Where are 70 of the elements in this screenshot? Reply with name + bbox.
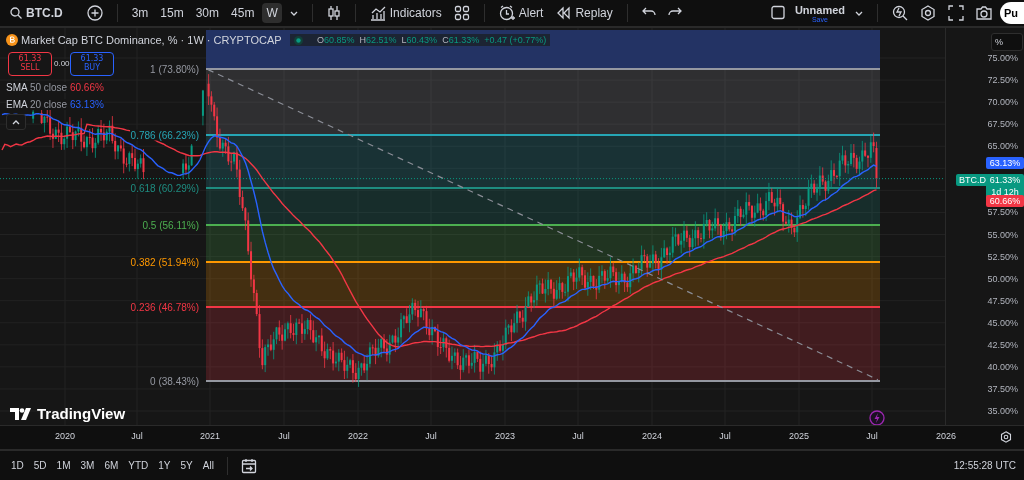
range-button[interactable]: YTD [125, 458, 152, 473]
clock-time: 12:55:28 UTC [953, 460, 1016, 471]
price-tick: 55.00% [987, 229, 1018, 240]
sell-button[interactable]: 61.33 SELL [8, 52, 52, 76]
ohlc-value: C61.33% [442, 35, 480, 45]
interval-button[interactable]: 45m [227, 3, 259, 23]
price-change: +0.47 (+0.77%) [484, 35, 547, 45]
time-tick: 2023 [495, 431, 515, 441]
range-button[interactable]: 1Y [155, 458, 174, 473]
price-tick: 42.50% [987, 339, 1018, 350]
fib-level-label: 0 (38.43%) [149, 375, 200, 387]
fib-level-label: 1 (73.80%) [149, 63, 200, 75]
price-tick: 47.50% [987, 295, 1018, 306]
interval-button[interactable]: W [262, 3, 282, 23]
time-tick: 2022 [348, 431, 368, 441]
price-tick: 75.00% [987, 53, 1018, 63]
ohlc-value: L60.43% [401, 35, 438, 45]
time-tick: Jul [278, 431, 290, 441]
time-tick: 2025 [789, 431, 809, 441]
price-tick: 37.50% [987, 383, 1018, 394]
price-tick: 45.00% [987, 317, 1018, 328]
fib-level-label: 0.236 (46.78%) [129, 301, 200, 313]
time-tick: 2020 [55, 431, 75, 441]
price-tick: 67.50% [987, 119, 1018, 130]
fib-level-label: 0.5 (56.11%) [141, 219, 200, 231]
range-button[interactable]: 3M [77, 458, 98, 473]
price-tick: 50.00% [987, 273, 1018, 284]
time-tick: Jul [572, 431, 584, 441]
range-button[interactable]: 1D [8, 458, 27, 473]
price-tick: 40.00% [987, 361, 1018, 372]
price-tick: 57.50% [987, 207, 1018, 218]
price-tick: 52.50% [987, 251, 1018, 262]
logo-text: TradingView [37, 405, 126, 422]
ohlc-value: O60.85% [317, 35, 355, 45]
price-tick: 65.00% [987, 141, 1018, 152]
time-tick: 2024 [642, 431, 662, 441]
price-marker: 63.13% [986, 157, 1024, 169]
range-button[interactable]: All [199, 458, 217, 473]
price-tick: 35.00% [987, 406, 1018, 416]
ohlc-value: H62.51% [359, 35, 397, 45]
alert-button[interactable]: Alert [494, 2, 548, 24]
interval-button[interactable]: 3m [127, 3, 153, 23]
scale-unit-field[interactable]: % [991, 33, 1023, 51]
price-tick: 72.50% [987, 75, 1018, 86]
buy-button[interactable]: 61.33 BUY [70, 52, 114, 76]
fib-level-label: 0.382 (51.94%) [129, 256, 200, 267]
time-tick: Jul [425, 431, 437, 441]
time-tick: Jul [719, 431, 731, 441]
symbol-search-button[interactable]: BTC.D [6, 3, 67, 23]
range-button[interactable]: 6M [101, 458, 122, 473]
symbol-title: Market Cap BTC Dominance, % · 1W · CRYPTOCAP [21, 34, 282, 46]
time-tick: Jul [131, 431, 143, 441]
price-marker: 60.66% [986, 195, 1024, 207]
fib-level-label: 0.618 (60.29%) [129, 182, 200, 194]
range-button[interactable]: 5Y [177, 458, 196, 473]
replay-button[interactable]: Replay [551, 2, 617, 24]
interval-button[interactable]: 30m [191, 3, 224, 23]
time-tick: 2026 [936, 431, 956, 441]
price-tick: 70.00% [987, 97, 1018, 108]
spread-value: 0.00 [54, 59, 70, 68]
time-tick: 2021 [200, 431, 220, 441]
fib-level-label: 0.786 (66.23%) [129, 129, 200, 141]
study-legend: EMA 20 close 63.13% [6, 99, 104, 110]
time-tick: Jul [866, 431, 878, 441]
indicators-button[interactable]: Indicators [365, 2, 446, 24]
range-button[interactable]: 5D [30, 458, 50, 473]
publish-button[interactable]: Pu [1000, 2, 1024, 24]
interval-button[interactable]: 15m [156, 3, 188, 23]
study-legend: SMA 50 close 60.66% [6, 82, 104, 93]
range-button[interactable]: 1M [53, 458, 74, 473]
